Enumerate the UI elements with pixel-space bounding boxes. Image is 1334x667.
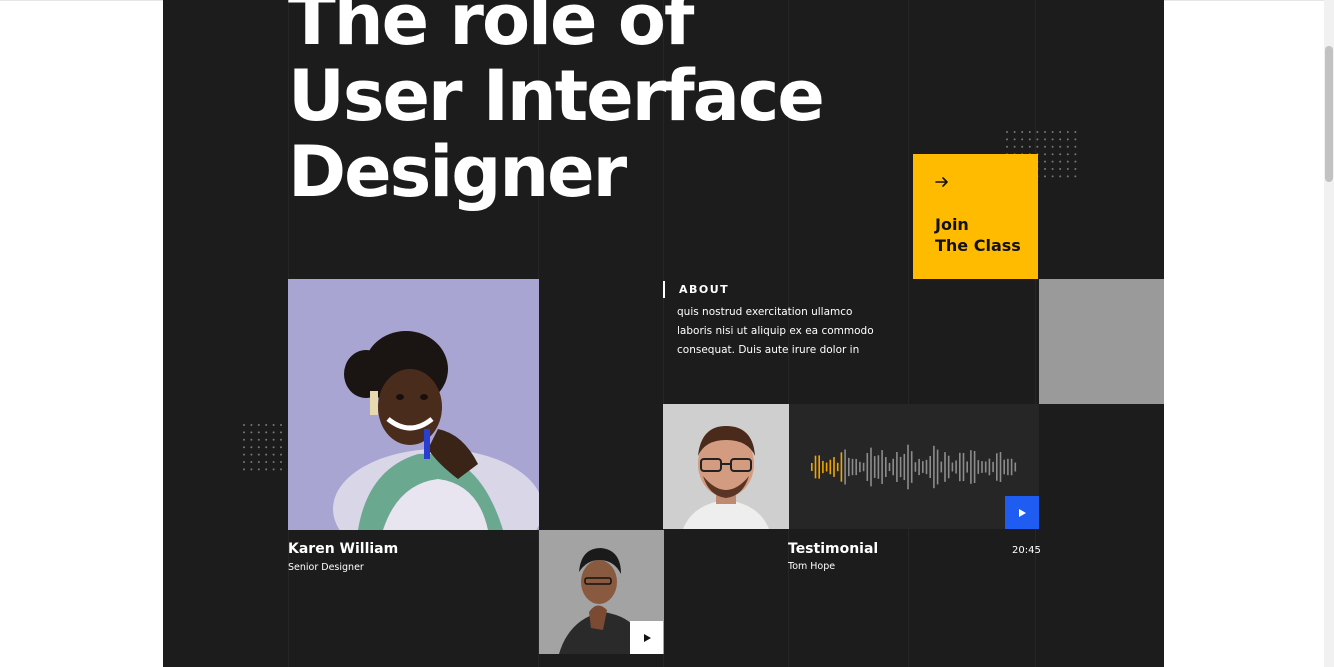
- waveform-bar: [811, 463, 813, 471]
- waveform-bar: [999, 452, 1002, 482]
- join-label-line-2: The Class: [935, 236, 1021, 255]
- waveform-bar: [929, 455, 931, 479]
- waveform-bar: [918, 458, 920, 476]
- join-class-label: Join The Class: [935, 214, 1021, 256]
- waveform-bar: [981, 461, 983, 473]
- title-line-2: User Interface: [288, 55, 825, 137]
- about-heading: ABOUT: [679, 283, 730, 296]
- waveform-bar: [873, 456, 876, 478]
- waveform-bar: [881, 450, 883, 484]
- waveform-bar: [966, 461, 968, 473]
- waveform-bar: [977, 460, 980, 474]
- waveform-bar: [899, 456, 902, 478]
- title-line-3: Designer: [288, 131, 627, 213]
- waveform-bar: [947, 455, 950, 479]
- audio-play-button[interactable]: [1005, 496, 1039, 529]
- waveform-bar: [836, 462, 839, 472]
- waveform-bar: [951, 462, 954, 472]
- waveform-bar: [855, 458, 857, 476]
- waveform-bar: [896, 452, 898, 482]
- waveform-bar: [984, 461, 987, 473]
- waveform-bar: [822, 460, 824, 474]
- title-line-1: The role of: [288, 0, 694, 61]
- waveform-bar: [970, 450, 972, 484]
- testimonial-photo-tom: [663, 404, 789, 529]
- waveform-bar: [833, 457, 835, 477]
- waveform-bar: [859, 461, 861, 473]
- audio-duration: 20:45: [1012, 545, 1041, 556]
- waveform-bar: [814, 455, 817, 479]
- audio-waveform[interactable]: [811, 440, 1021, 494]
- waveform-bar: [1007, 458, 1009, 476]
- waveform-bar: [1010, 458, 1013, 476]
- decorative-block: [1039, 279, 1164, 404]
- testimonial-title: Testimonial: [788, 541, 879, 557]
- profile-name: Karen William: [288, 541, 399, 557]
- portrait-image: [663, 404, 789, 529]
- waveform-bar: [888, 462, 891, 472]
- waveform-bar: [907, 444, 909, 490]
- portrait-image: [288, 279, 539, 530]
- waveform-bar: [829, 459, 832, 475]
- about-line-1: quis nostrud exercitation ullamco: [677, 306, 853, 318]
- waveform-bar: [933, 445, 935, 489]
- waveform-bar: [903, 453, 906, 481]
- video-play-button[interactable]: [630, 621, 663, 654]
- waveform-bar: [988, 458, 991, 476]
- waveform-bar: [892, 458, 894, 476]
- grid-line: [1035, 0, 1036, 667]
- waveform-bar: [936, 449, 939, 485]
- waveform-bar: [877, 455, 880, 479]
- join-label-line-1: Join: [935, 215, 969, 234]
- waveform-bar: [922, 461, 924, 473]
- join-class-button[interactable]: Join The Class: [913, 154, 1038, 279]
- about-line-3: consequat. Duis aute irure dolor in: [677, 344, 860, 356]
- waveform-bar: [885, 457, 887, 477]
- about-text: quis nostrud exercitation ullamco labori…: [677, 303, 882, 360]
- waveform-bar: [992, 461, 994, 473]
- waveform-bar: [825, 462, 828, 472]
- audio-player: [789, 404, 1039, 529]
- waveform-bar: [959, 452, 961, 482]
- waveform-bar: [914, 462, 917, 472]
- waveform-bar: [818, 455, 820, 479]
- waveform-bar: [996, 453, 998, 481]
- waveform-bar: [910, 451, 913, 483]
- waveform-bar: [862, 462, 865, 472]
- waveform-bar: [1003, 459, 1005, 475]
- waveform-bar: [962, 452, 965, 482]
- arrow-right-icon: [935, 177, 948, 187]
- page-scrollbar[interactable]: [1324, 0, 1334, 667]
- about-line-2: laboris nisi ut aliquip ex ea commodo: [677, 325, 874, 337]
- scrollbar-thumb[interactable]: [1325, 46, 1333, 182]
- play-icon: [643, 633, 651, 642]
- waveform-bar: [940, 461, 943, 473]
- profile-photo-karen: [288, 279, 539, 530]
- page-title: The role of User Interface Designer: [288, 0, 825, 213]
- waveform-bar: [848, 457, 850, 477]
- waveform-bar: [866, 453, 869, 481]
- testimonial-author: Tom Hope: [788, 561, 836, 572]
- waveform-bar: [944, 452, 946, 482]
- play-icon: [1019, 508, 1026, 517]
- waveform-bar: [955, 460, 957, 474]
- dot-pattern: [243, 424, 282, 471]
- waveform-bar: [851, 458, 854, 476]
- grid-line: [908, 0, 909, 667]
- waveform-bar: [844, 449, 846, 485]
- waveform-bar: [973, 451, 976, 483]
- waveform-bar: [870, 447, 872, 487]
- waveform-bar: [840, 452, 843, 482]
- waveform-bar: [1014, 462, 1017, 472]
- waveform-bar: [925, 459, 928, 475]
- about-divider: [663, 281, 665, 298]
- profile-role: Senior Designer: [288, 562, 364, 573]
- hero-section: The role of User Interface Designer Join…: [163, 0, 1164, 667]
